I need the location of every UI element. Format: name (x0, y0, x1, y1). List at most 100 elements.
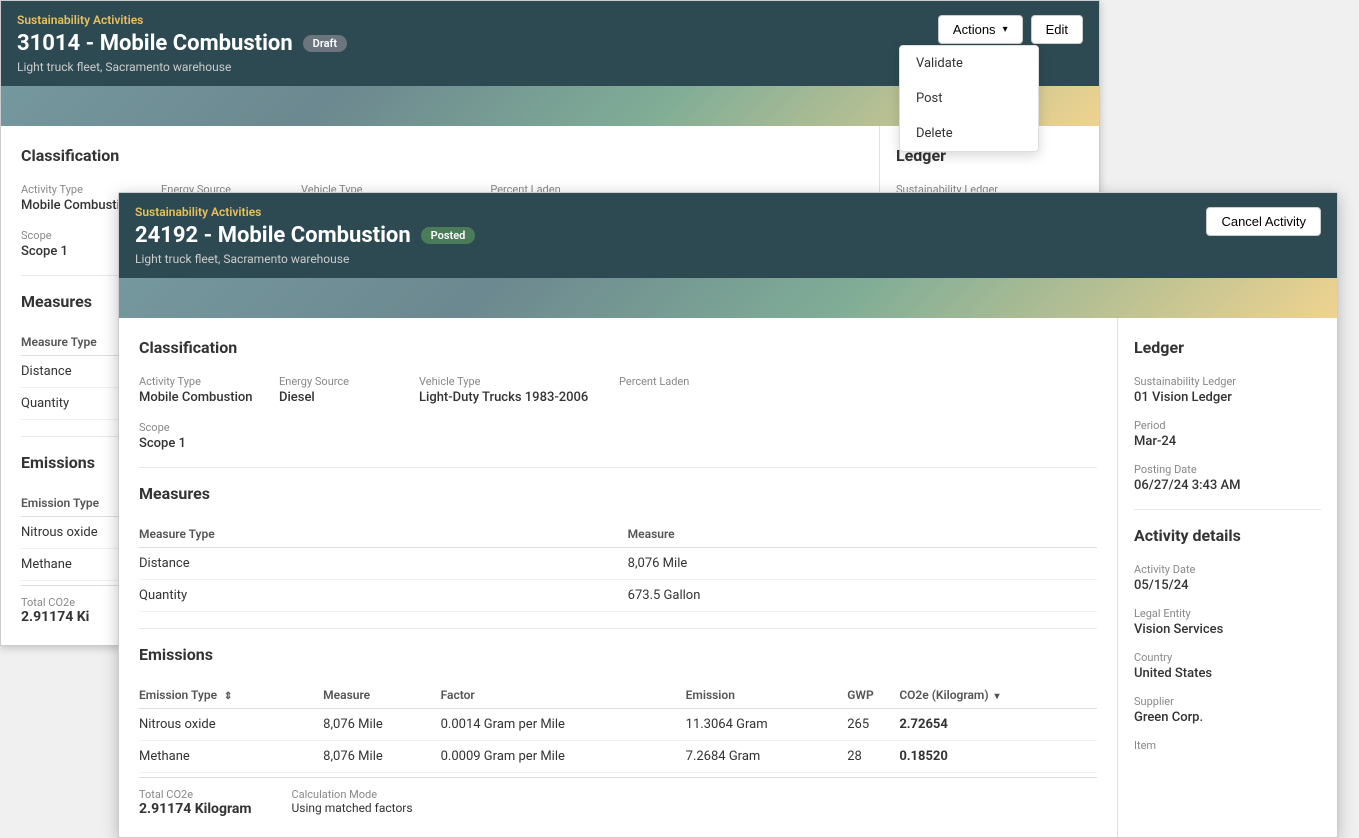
fg-right-panel: Ledger Sustainability Ledger 01 Vision L… (1117, 318, 1337, 837)
fg-energy-source-value: Diesel (279, 390, 399, 405)
fg-sustainability-ledger-field: Sustainability Ledger 01 Vision Ledger (1134, 375, 1321, 405)
fg-factor-col-header: Factor (441, 682, 686, 709)
bg-header: Sustainability Activities 31014 - Mobile… (1, 1, 1099, 86)
fg-title-row: 24192 - Mobile Combustion Posted (135, 223, 1321, 248)
fg-energy-source-label: Energy Source (279, 375, 399, 388)
fg-co2e-col-header[interactable]: CO2e (Kilogram) ▾ (899, 682, 1097, 709)
fg-emission-no-gwp: 265 (847, 709, 899, 741)
fg-banner (119, 278, 1337, 318)
bg-classification-title: Classification (21, 146, 859, 169)
fg-subtitle: Light truck fleet, Sacramento warehouse (135, 252, 1321, 266)
fg-percent-laden-label: Percent Laden (619, 375, 739, 388)
fg-country-field: Country United States (1134, 651, 1321, 681)
fg-emissions-table: Emission Type ⇕ Measure Factor Emission … (139, 682, 1097, 773)
fg-calc-mode-label: Calculation Mode (291, 788, 412, 801)
bg-total-co2e-label: Total CO2e (21, 596, 89, 609)
chevron-down-icon: ▾ (1003, 24, 1008, 35)
fg-supplier-label: Supplier (1134, 695, 1321, 708)
table-row: Methane 8,076 Mile 0.0009 Gram per Mile … (139, 741, 1097, 773)
fg-vehicle-type-value: Light-Duty Trucks 1983-2006 (419, 390, 599, 405)
fg-emission-no-emission[interactable]: 11.3064 Gram (686, 709, 848, 741)
fg-classification-title: Classification (139, 338, 1097, 361)
fg-ledger-title: Ledger (1134, 338, 1321, 361)
fg-posting-date-field: Posting Date 06/27/24 3:43 AM (1134, 463, 1321, 493)
fg-vehicle-type-label: Vehicle Type (419, 375, 599, 388)
fg-activity-date-value: 05/15/24 (1134, 578, 1321, 593)
fg-header: Sustainability Activities 24192 - Mobile… (119, 193, 1337, 278)
fg-scope-field: Scope Scope 1 (139, 421, 259, 451)
fg-measures-title: Measures (139, 484, 1097, 507)
fg-calc-mode: Calculation Mode Using matched factors (291, 788, 412, 817)
actions-dropdown-menu: Validate Post Delete (899, 45, 1039, 152)
fg-header-actions: Cancel Activity (1206, 207, 1321, 236)
fg-sustainability-ledger-value: 01 Vision Ledger (1134, 390, 1321, 405)
fg-activity-details-title: Activity details (1134, 526, 1321, 549)
bg-title: 31014 - Mobile Combustion (17, 31, 293, 56)
fg-measure-type-col: Measure Type (139, 521, 628, 548)
fg-vehicle-type-field: Vehicle Type Light-Duty Trucks 1983-2006 (419, 375, 599, 405)
fg-supplier-field: Supplier Green Corp. (1134, 695, 1321, 725)
fg-measures-table: Measure Type Measure Distance 8,076 Mile… (139, 521, 1097, 612)
fg-legal-entity-label: Legal Entity (1134, 607, 1321, 620)
dropdown-post[interactable]: Post (900, 81, 1038, 116)
fg-measure-distance-val: 8,076 Mile (628, 548, 1097, 580)
fg-emission-no-co2e: 2.72654 (899, 709, 1097, 741)
fg-posted-badge: Posted (421, 227, 476, 244)
fg-emission-methane-co2e: 0.18520 (899, 741, 1097, 773)
fg-emission-type-col[interactable]: Emission Type ⇕ (139, 682, 323, 709)
fg-item-label: Item (1134, 739, 1321, 752)
fg-measure-distance-type[interactable]: Distance (139, 548, 628, 580)
fg-title: 24192 - Mobile Combustion (135, 223, 411, 248)
fg-emission-col-header: Emission (686, 682, 848, 709)
fg-measure-quantity-val: 673.5 Gallon (628, 580, 1097, 612)
bg-header-actions: Actions ▾ Edit (938, 15, 1083, 44)
fg-total-co2e-label: Total CO2e (139, 788, 251, 801)
fg-emission-no-measure: 8,076 Mile (323, 709, 440, 741)
fg-classification-fields: Activity Type Mobile Combustion Energy S… (139, 375, 1097, 405)
fg-scope-group: Scope Scope 1 (139, 421, 1097, 451)
fg-gwp-col-header: GWP (847, 682, 899, 709)
fg-emission-methane-type[interactable]: Methane (139, 741, 323, 773)
table-row: Nitrous oxide 8,076 Mile 0.0014 Gram per… (139, 709, 1097, 741)
fg-calc-mode-value: Using matched factors (291, 801, 412, 815)
fg-window: Sustainability Activities 24192 - Mobile… (118, 192, 1338, 838)
actions-button[interactable]: Actions ▾ (938, 15, 1023, 44)
fg-breadcrumb: Sustainability Activities (135, 205, 1321, 219)
fg-emission-no-type[interactable]: Nitrous oxide (139, 709, 323, 741)
fg-period-label: Period (1134, 419, 1321, 432)
fg-percent-laden-field: Percent Laden (619, 375, 739, 405)
edit-button[interactable]: Edit (1031, 15, 1083, 44)
fg-activity-date-field: Activity Date 05/15/24 (1134, 563, 1321, 593)
fg-emission-methane-gwp: 28 (847, 741, 899, 773)
fg-country-value: United States (1134, 666, 1321, 681)
fg-country-label: Country (1134, 651, 1321, 664)
dropdown-validate[interactable]: Validate (900, 46, 1038, 81)
fg-emission-methane-emission: 7.2684 Gram (686, 741, 848, 773)
bg-total-co2e-value: 2.91174 Ki (21, 609, 89, 625)
fg-posting-date-label: Posting Date (1134, 463, 1321, 476)
fg-activity-type-value: Mobile Combustion (139, 390, 259, 405)
fg-emission-no-factor[interactable]: 0.0014 Gram per Mile (441, 709, 686, 741)
dropdown-delete[interactable]: Delete (900, 116, 1038, 151)
co2e-chevron-icon: ▾ (995, 691, 1000, 702)
fg-emission-methane-measure: 8,076 Mile (323, 741, 440, 773)
fg-energy-source-field: Energy Source Diesel (279, 375, 399, 405)
fg-measure-col: Measure (628, 521, 1097, 548)
fg-period-value: Mar-24 (1134, 434, 1321, 449)
fg-total-co2e-value: 2.91174 Kilogram (139, 801, 251, 817)
fg-totals-row: Total CO2e 2.91174 Kilogram Calculation … (139, 777, 1097, 817)
fg-activity-type-label: Activity Type (139, 375, 259, 388)
fg-emissions-title: Emissions (139, 645, 1097, 668)
fg-item-field: Item (1134, 739, 1321, 752)
fg-legal-entity-field: Legal Entity Vision Services (1134, 607, 1321, 637)
fg-emission-methane-factor[interactable]: 0.0009 Gram per Mile (441, 741, 686, 773)
cancel-activity-button[interactable]: Cancel Activity (1206, 207, 1321, 236)
fg-activity-date-label: Activity Date (1134, 563, 1321, 576)
fg-supplier-value[interactable]: Green Corp. (1134, 710, 1321, 725)
fg-scope-value: Scope 1 (139, 436, 259, 451)
table-row: Quantity 673.5 Gallon (139, 580, 1097, 612)
fg-body: Classification Activity Type Mobile Comb… (119, 318, 1337, 837)
fg-sustainability-ledger-label: Sustainability Ledger (1134, 375, 1321, 388)
bg-breadcrumb: Sustainability Activities (17, 13, 1083, 27)
table-row: Distance 8,076 Mile (139, 548, 1097, 580)
